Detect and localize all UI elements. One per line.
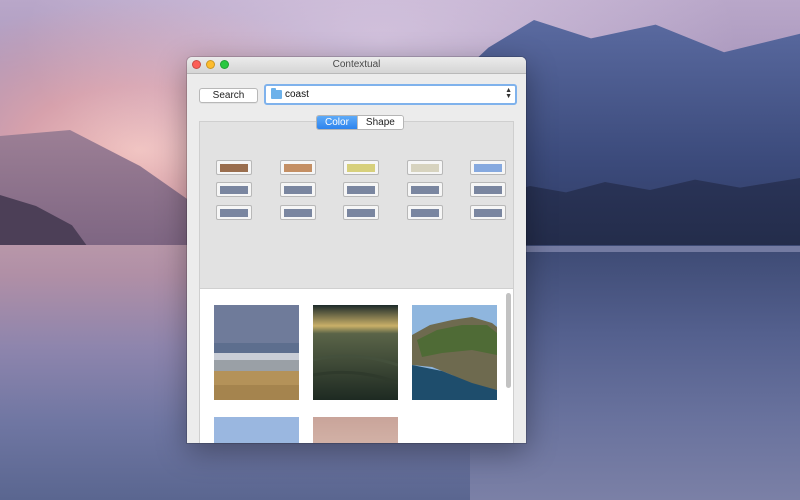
color-swatch-fill — [283, 185, 312, 194]
color-swatch-fill — [474, 185, 502, 194]
color-swatch[interactable] — [470, 205, 506, 220]
app-window: Contextual Search coast ▲ ▼ Color Shape — [187, 57, 526, 443]
image-thumbnail[interactable] — [313, 305, 398, 400]
color-swatch-fill — [410, 208, 439, 217]
color-swatch[interactable] — [279, 182, 316, 197]
toolbar: Search coast ▲ ▼ — [199, 84, 517, 105]
color-swatch[interactable] — [216, 160, 252, 175]
color-swatch[interactable] — [343, 182, 379, 197]
folder-icon — [271, 88, 282, 99]
color-swatch-fill — [474, 208, 502, 217]
color-swatch[interactable] — [470, 182, 506, 197]
color-swatch[interactable] — [279, 160, 316, 175]
color-swatch[interactable] — [216, 182, 252, 197]
color-swatch-fill — [283, 163, 312, 172]
results-scrollbar[interactable] — [506, 293, 511, 388]
color-swatch[interactable] — [406, 205, 443, 220]
swatch-row — [216, 160, 506, 175]
color-swatch-fill — [474, 163, 502, 172]
tab-color[interactable]: Color — [317, 116, 357, 129]
color-swatch-fill — [347, 185, 375, 194]
color-swatch-fill — [220, 208, 248, 217]
folder-select[interactable]: coast ▲ ▼ — [264, 84, 517, 105]
color-swatch[interactable] — [279, 205, 316, 220]
color-swatch-fill — [410, 163, 439, 172]
color-swatch-fill — [410, 185, 439, 194]
chevron-updown-icon: ▲ ▼ — [505, 87, 512, 100]
tab-shape[interactable]: Shape — [356, 116, 403, 129]
color-panel — [199, 121, 514, 443]
image-thumbnail[interactable] — [412, 305, 497, 400]
color-swatch-fill — [283, 208, 312, 217]
color-swatch[interactable] — [216, 205, 252, 220]
color-swatch[interactable] — [343, 205, 379, 220]
color-swatch-fill — [347, 163, 375, 172]
color-swatch-fill — [347, 208, 375, 217]
mode-tabs: Color Shape — [316, 115, 404, 130]
swatch-row — [216, 182, 506, 197]
window-title: Contextual — [332, 59, 381, 70]
color-swatch[interactable] — [470, 160, 506, 175]
image-thumbnail[interactable] — [313, 417, 398, 443]
color-swatch[interactable] — [406, 160, 443, 175]
color-swatch[interactable] — [406, 182, 443, 197]
color-swatch-grid — [216, 160, 506, 227]
color-swatch[interactable] — [343, 160, 379, 175]
swatch-row — [216, 205, 506, 220]
image-results — [200, 288, 513, 443]
color-swatch-fill — [220, 163, 248, 172]
image-thumbnail[interactable] — [214, 417, 299, 443]
title-bar[interactable]: Contextual — [187, 57, 526, 74]
folder-select-value: coast — [285, 89, 309, 100]
search-button[interactable]: Search — [199, 88, 258, 103]
image-thumbnail[interactable] — [214, 305, 299, 400]
color-swatch-fill — [220, 185, 248, 194]
